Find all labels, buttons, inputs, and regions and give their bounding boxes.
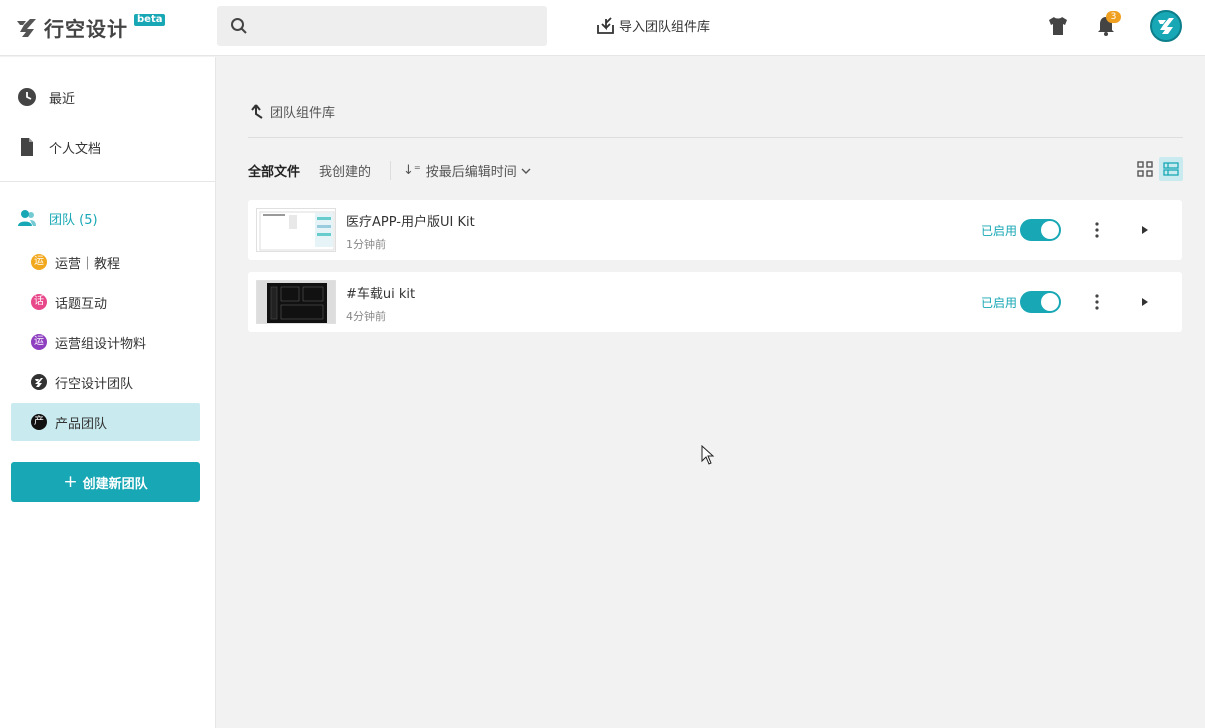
list-view-button[interactable] bbox=[1159, 157, 1183, 181]
tab-all-files[interactable]: 全部文件 bbox=[248, 161, 300, 180]
plus-icon: + bbox=[63, 472, 78, 492]
team-badge: 产 bbox=[31, 414, 47, 430]
search-icon bbox=[231, 18, 247, 34]
mouse-cursor-icon bbox=[701, 445, 715, 465]
sidebar-item-recent[interactable]: 最近 bbox=[0, 77, 216, 117]
back-to-team-library[interactable]: 团队组件库 bbox=[250, 102, 335, 121]
file-row[interactable]: #车载ui kit 4分钟前 已启用 bbox=[248, 272, 1182, 332]
create-team-label: 创建新团队 bbox=[82, 476, 148, 492]
team-badge: 话 bbox=[31, 294, 47, 310]
team-label: 话题互动 bbox=[55, 297, 108, 312]
avatar-logo-icon bbox=[1158, 18, 1174, 34]
notification-count-badge: 3 bbox=[1106, 11, 1121, 23]
user-avatar[interactable] bbox=[1150, 10, 1182, 42]
create-team-button[interactable]: + 创建新团队 bbox=[11, 462, 200, 502]
enabled-status: 已启用 bbox=[981, 296, 1018, 310]
more-vertical-icon[interactable] bbox=[1092, 293, 1102, 311]
tshirt-icon[interactable] bbox=[1047, 15, 1069, 37]
enable-toggle[interactable] bbox=[1020, 291, 1061, 313]
top-header: 行空设计 beta 导入团队组件库 3 bbox=[0, 0, 1205, 56]
file-edit-time: 4分钟前 bbox=[346, 310, 386, 323]
filter-tabs: 全部文件 我创建的 ↓⁼ 按最后编辑时间 bbox=[248, 161, 531, 180]
tab-created-by-me[interactable]: 我创建的 bbox=[319, 161, 371, 180]
enable-toggle[interactable] bbox=[1020, 219, 1061, 241]
team-item-product[interactable]: 产 产品团队 bbox=[11, 403, 200, 441]
caret-right-icon[interactable] bbox=[1140, 225, 1150, 235]
caret-right-icon[interactable] bbox=[1140, 297, 1150, 307]
sort-label: 按最后编辑时间 bbox=[425, 165, 517, 180]
logo-icon bbox=[17, 18, 36, 37]
logo-text: 行空设计 bbox=[44, 17, 128, 41]
team-item-ops-design-materials[interactable]: 运 运营组设计物料 bbox=[11, 323, 200, 361]
more-vertical-icon[interactable] bbox=[1092, 221, 1102, 239]
sort-icon: ↓⁼ bbox=[403, 163, 421, 178]
team-item-xingkong-design[interactable]: 行空设计团队 bbox=[11, 363, 200, 401]
app-logo[interactable]: 行空设计 bbox=[14, 13, 128, 42]
sidebar-item-label: 个人文档 bbox=[49, 141, 102, 157]
document-icon bbox=[21, 138, 33, 156]
file-name: 医疗APP-用户版UI Kit bbox=[346, 215, 475, 230]
enabled-status: 已启用 bbox=[981, 224, 1018, 238]
sidebar-divider bbox=[0, 181, 216, 182]
file-row[interactable]: 医疗APP-用户版UI Kit 1分钟前 已启用 bbox=[248, 200, 1182, 260]
sidebar: 最近 个人文档 团队 (5) 运 运营｜教程 话 话题互动 运 运营组设计物料 … bbox=[0, 57, 216, 728]
import-label: 导入团队组件库 bbox=[619, 20, 711, 35]
team-item-ops-tutorial[interactable]: 运 运营｜教程 bbox=[11, 243, 200, 281]
sidebar-item-label: 团队 (5) bbox=[49, 212, 98, 228]
back-arrow-icon bbox=[251, 103, 263, 119]
import-team-library-button[interactable]: 导入团队组件库 bbox=[597, 16, 710, 35]
file-thumbnail bbox=[256, 208, 336, 252]
team-label: 行空设计团队 bbox=[55, 377, 134, 392]
team-label: 产品团队 bbox=[55, 417, 108, 432]
beta-badge: beta bbox=[134, 14, 166, 26]
team-badge: 运 bbox=[31, 254, 47, 270]
file-edit-time: 1分钟前 bbox=[346, 238, 386, 251]
sidebar-item-label: 最近 bbox=[49, 91, 76, 107]
team-label: 运营｜教程 bbox=[55, 257, 121, 272]
file-name: #车载ui kit bbox=[346, 287, 416, 302]
team-icon bbox=[18, 210, 36, 226]
breadcrumb-label: 团队组件库 bbox=[270, 106, 336, 121]
import-icon bbox=[597, 17, 614, 34]
team-logo-icon bbox=[31, 374, 47, 390]
sidebar-item-personal-docs[interactable]: 个人文档 bbox=[0, 127, 216, 167]
search-input[interactable] bbox=[256, 16, 536, 36]
file-thumbnail bbox=[256, 280, 336, 324]
team-badge: 运 bbox=[31, 334, 47, 350]
team-label: 运营组设计物料 bbox=[55, 337, 147, 352]
list-view-icon bbox=[1163, 162, 1179, 176]
main-divider bbox=[248, 137, 1183, 138]
chevron-down-icon bbox=[521, 168, 531, 174]
sort-dropdown[interactable]: ↓⁼ 按最后编辑时间 bbox=[390, 161, 531, 180]
clock-icon bbox=[18, 88, 36, 106]
team-item-topic-interaction[interactable]: 话 话题互动 bbox=[11, 283, 200, 321]
sidebar-item-teams[interactable]: 团队 (5) bbox=[0, 198, 216, 238]
grid-view-icon[interactable] bbox=[1136, 160, 1154, 178]
